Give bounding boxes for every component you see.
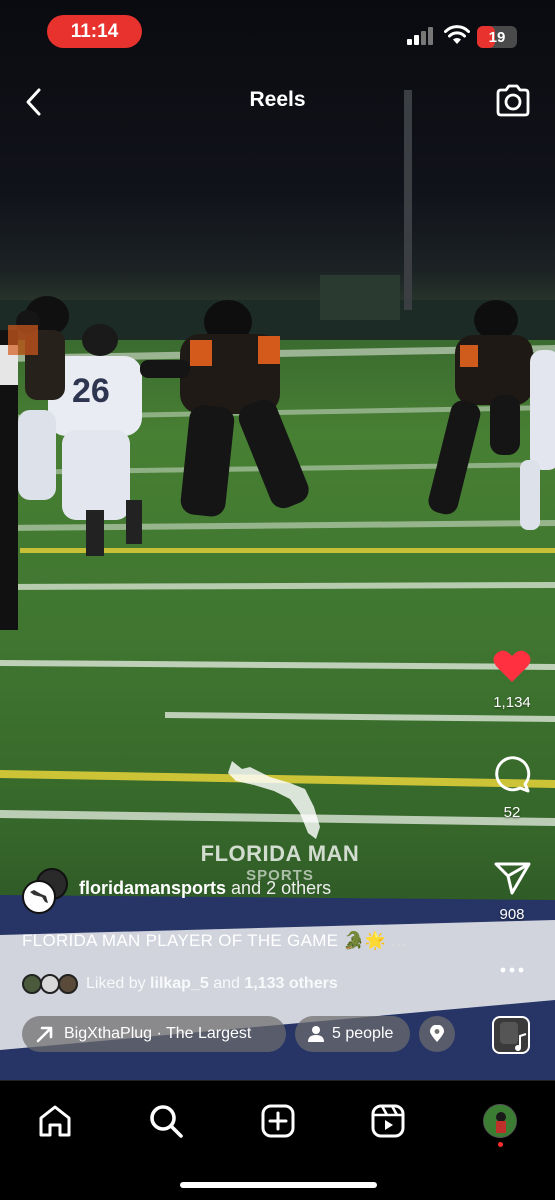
reels-icon[interactable]: [370, 1103, 406, 1139]
reel-chips: BigXthaPlug · The Largest 5 people: [22, 1016, 462, 1052]
people-chip-label: 5 people: [332, 1025, 394, 1042]
tab-reels[interactable]: [368, 1101, 408, 1141]
tab-create[interactable]: [258, 1101, 298, 1141]
comment-count[interactable]: 52: [482, 804, 542, 821]
status-bar: 11:14 19: [0, 0, 555, 60]
search-icon[interactable]: [148, 1103, 184, 1139]
author-logo-icon: [30, 890, 48, 903]
home-indicator: [180, 1182, 377, 1188]
add-post-icon[interactable]: [260, 1103, 296, 1139]
liker-avatar: [40, 974, 60, 994]
wifi-icon: [444, 25, 470, 44]
author-row[interactable]: floridamansports and 2 others: [22, 868, 482, 914]
liked-by-and: and: [208, 975, 245, 992]
status-time[interactable]: 11:14: [47, 15, 142, 48]
profile-photo-icon: [484, 1105, 516, 1137]
camera-icon[interactable]: [494, 83, 532, 119]
liked-by-text[interactable]: Liked by lilkap_5 and 1,133 others: [86, 975, 338, 993]
more-dots-icon[interactable]: [492, 960, 532, 980]
liked-by-user[interactable]: lilkap_5: [150, 975, 209, 992]
tab-profile[interactable]: [480, 1101, 520, 1141]
comment-bubble-icon[interactable]: [492, 754, 532, 794]
like-action[interactable]: 1,134: [482, 648, 542, 711]
liker-avatar: [22, 974, 42, 994]
liked-by-prefix: Liked by: [86, 975, 151, 992]
liker-avatar: [58, 974, 78, 994]
heart-filled-icon[interactable]: [492, 648, 532, 684]
author-username[interactable]: floridamansports: [79, 878, 226, 898]
reel-video[interactable]: 26: [0, 0, 555, 1080]
more-action[interactable]: [482, 960, 542, 980]
cellular-signal-icon: [407, 27, 433, 45]
author-collab[interactable]: and 2 others: [231, 878, 331, 898]
music-note-icon: [500, 1022, 527, 1051]
author-names[interactable]: floridamansports and 2 others: [79, 878, 331, 899]
person-icon: [308, 1026, 324, 1042]
tab-search[interactable]: [146, 1101, 186, 1141]
tab-home[interactable]: [35, 1101, 75, 1141]
home-icon[interactable]: [37, 1104, 73, 1138]
liked-by-row[interactable]: Liked by lilkap_5 and 1,133 others: [22, 972, 442, 996]
author-avatar[interactable]: [22, 880, 56, 914]
notification-dot: [498, 1142, 503, 1147]
share-count[interactable]: 908: [482, 906, 542, 923]
comment-action[interactable]: 52: [482, 754, 542, 821]
battery-percent: 19: [488, 28, 506, 46]
watermark-text: FLORIDA MAN: [200, 841, 360, 866]
paper-plane-icon[interactable]: [492, 860, 532, 896]
reels-header: Reels: [0, 78, 555, 126]
audio-chip[interactable]: BigXthaPlug · The Largest: [22, 1016, 286, 1052]
football-field-scene: 26: [0, 90, 555, 1080]
people-chip[interactable]: 5 people: [295, 1016, 410, 1052]
arrow-up-right-icon: [36, 1026, 53, 1043]
florida-man-watermark: FLORIDA MAN SPORTS: [190, 755, 370, 885]
like-count[interactable]: 1,134: [482, 694, 542, 711]
profile-avatar[interactable]: [483, 1104, 517, 1138]
audio-chip-label: BigXthaPlug · The Largest: [64, 1025, 252, 1042]
audio-track-thumbnail[interactable]: [492, 1016, 530, 1054]
location-chip[interactable]: [419, 1016, 455, 1052]
reel-caption[interactable]: FLORIDA MAN PLAYER OF THE GAME 🐊🌟 ...: [22, 931, 462, 951]
caption-text: FLORIDA MAN PLAYER OF THE GAME 🐊🌟: [22, 931, 387, 950]
location-pin-icon: [430, 1025, 444, 1042]
florida-state-logo: [228, 761, 320, 839]
liked-by-avatars: [22, 974, 80, 994]
caption-more[interactable]: ...: [386, 931, 406, 950]
liked-by-others[interactable]: 1,133 others: [244, 975, 337, 992]
author-avatars[interactable]: [22, 868, 70, 914]
share-action[interactable]: 908: [482, 860, 542, 923]
page-title: Reels: [249, 88, 306, 111]
jersey-number: 26: [72, 372, 110, 410]
battery-icon: 19: [477, 26, 517, 48]
